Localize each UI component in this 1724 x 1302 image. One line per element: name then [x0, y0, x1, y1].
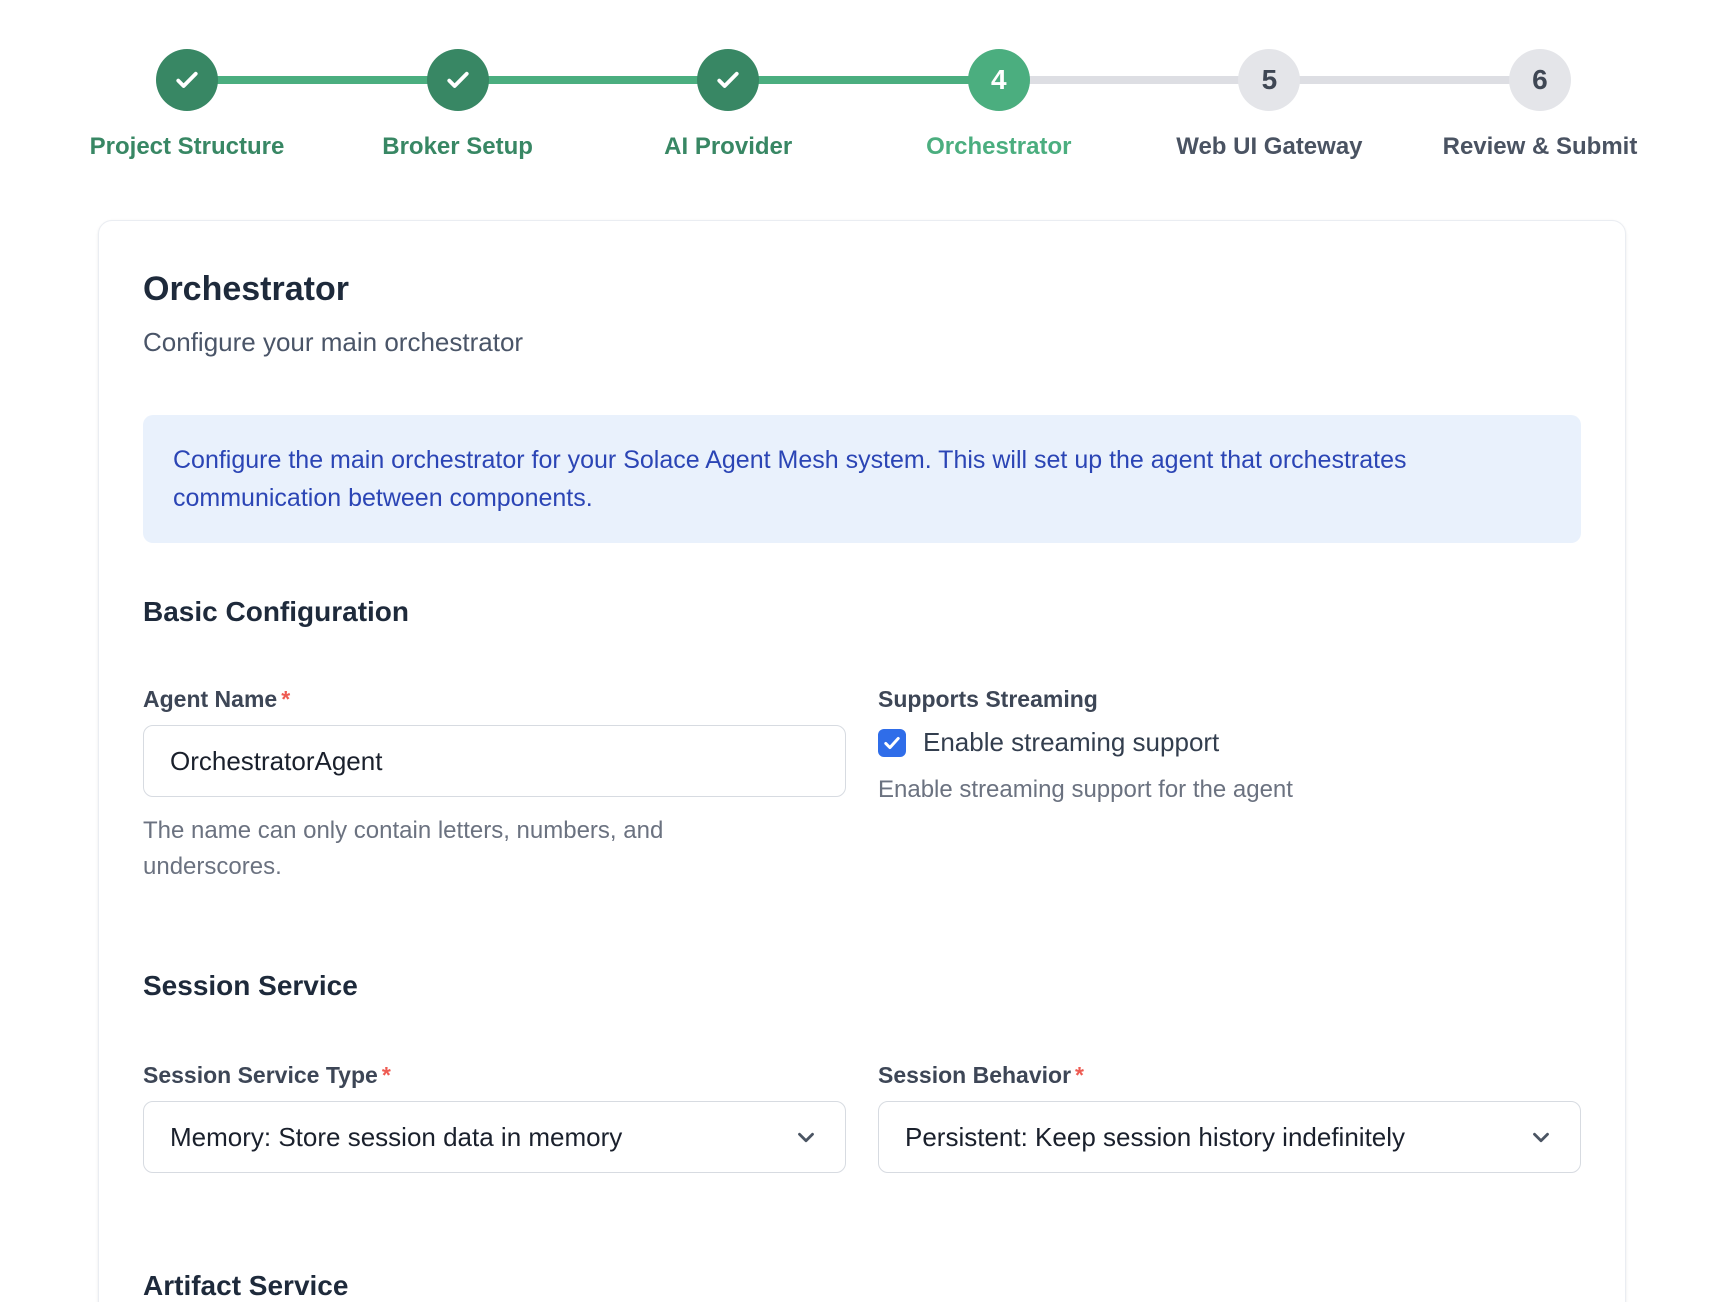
selected-option: Persistent: Keep session history indefin… [905, 1122, 1405, 1153]
chevron-down-icon [1528, 1124, 1554, 1150]
step-orchestrator[interactable]: 4 Orchestrator [968, 49, 1030, 111]
chevron-down-icon [793, 1124, 819, 1150]
step-project-structure[interactable]: Project Structure [156, 49, 218, 111]
step-label: Project Structure [90, 133, 285, 161]
step-1-circle [156, 49, 218, 111]
supports-streaming-field: Supports Streaming Enable streaming supp… [878, 685, 1581, 885]
page-title: Orchestrator [143, 269, 1581, 309]
step-connector [216, 76, 429, 84]
agent-name-label: Agent Name* [143, 685, 846, 713]
info-banner: Configure the main orchestrator for your… [143, 415, 1581, 543]
step-ai-provider[interactable]: AI Provider [697, 49, 759, 111]
label-text: Session Behavior [878, 1062, 1071, 1088]
step-label: AI Provider [664, 133, 792, 161]
check-icon [443, 65, 473, 95]
section-artifact-service: Artifact Service [143, 1269, 1581, 1302]
step-broker-setup[interactable]: Broker Setup [427, 49, 489, 111]
required-asterisk: * [1075, 1062, 1084, 1088]
check-icon [713, 65, 743, 95]
session-behavior-select[interactable]: Persistent: Keep session history indefin… [878, 1101, 1581, 1173]
section-basic-configuration: Basic Configuration [143, 595, 1581, 629]
agent-name-help: The name can only contain letters, numbe… [143, 813, 763, 885]
step-4-circle: 4 [968, 49, 1030, 111]
step-2-circle [427, 49, 489, 111]
step-label: Orchestrator [926, 133, 1071, 161]
step-web-ui-gateway[interactable]: 5 Web UI Gateway [1238, 49, 1300, 111]
step-connector [487, 76, 700, 84]
basic-configuration-grid: Agent Name* The name can only contain le… [143, 685, 1581, 885]
session-behavior-field: Session Behavior* Persistent: Keep sessi… [878, 1061, 1581, 1173]
step-label: Web UI Gateway [1176, 133, 1362, 161]
streaming-checkbox[interactable] [878, 729, 906, 757]
streaming-checkbox-row[interactable]: Enable streaming support [878, 727, 1581, 758]
page-subtitle: Configure your main orchestrator [143, 325, 1581, 359]
step-label: Review & Submit [1443, 133, 1638, 161]
step-5-circle: 5 [1238, 49, 1300, 111]
step-connector [757, 76, 970, 84]
required-asterisk: * [281, 686, 290, 712]
label-text: Session Service Type [143, 1062, 378, 1088]
step-number: 6 [1532, 64, 1548, 96]
step-label: Broker Setup [382, 133, 533, 161]
check-icon [172, 65, 202, 95]
step-connector [1298, 76, 1511, 84]
step-review-submit[interactable]: 6 Review & Submit [1509, 49, 1571, 111]
agent-name-input[interactable] [143, 725, 846, 797]
streaming-checkbox-label: Enable streaming support [923, 727, 1219, 758]
agent-name-field: Agent Name* The name can only contain le… [143, 685, 846, 885]
session-service-type-label: Session Service Type* [143, 1061, 846, 1089]
step-number: 4 [991, 64, 1007, 96]
session-service-type-select[interactable]: Memory: Store session data in memory [143, 1101, 846, 1173]
step-number: 5 [1262, 64, 1278, 96]
step-connector [1028, 76, 1241, 84]
streaming-help: Enable streaming support for the agent [878, 772, 1498, 808]
required-asterisk: * [382, 1062, 391, 1088]
wizard-stepper: Project Structure Broker Setup AI Provid… [156, 49, 1571, 111]
step-6-circle: 6 [1509, 49, 1571, 111]
session-behavior-label: Session Behavior* [878, 1061, 1581, 1089]
selected-option: Memory: Store session data in memory [170, 1122, 622, 1153]
supports-streaming-label: Supports Streaming [878, 685, 1581, 713]
step-3-circle [697, 49, 759, 111]
session-service-type-field: Session Service Type* Memory: Store sess… [143, 1061, 846, 1173]
section-session-service: Session Service [143, 969, 1581, 1003]
check-icon [882, 733, 902, 753]
session-service-grid: Session Service Type* Memory: Store sess… [143, 1061, 1581, 1173]
orchestrator-step-card: Orchestrator Configure your main orchest… [98, 220, 1626, 1302]
label-text: Agent Name [143, 686, 277, 712]
